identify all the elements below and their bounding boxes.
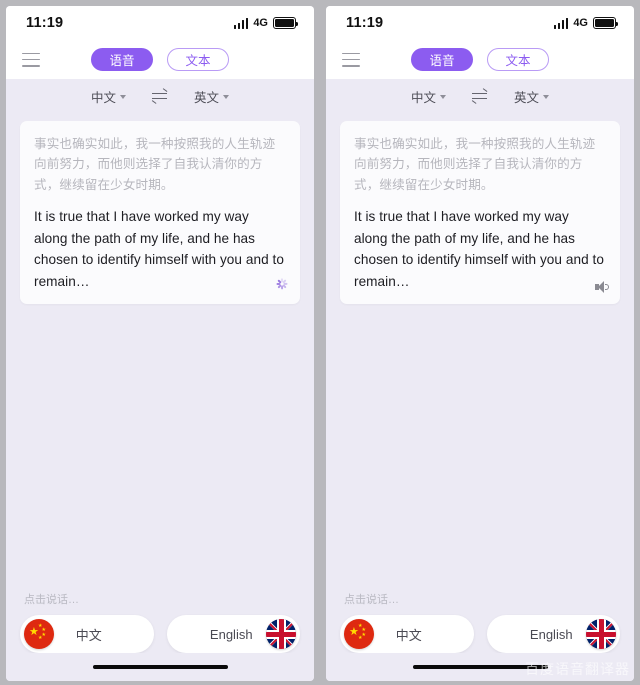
home-indicator-bar[interactable] bbox=[412, 665, 548, 669]
speak-hint-label: 点击说话… bbox=[24, 594, 79, 606]
language-selector-row: 中文 英文 bbox=[6, 79, 314, 113]
status-bar-indicators: 4G bbox=[553, 17, 619, 29]
mode-switch-group: 语音 文本 bbox=[91, 48, 229, 71]
source-language-dropdown[interactable]: 中文 bbox=[91, 87, 126, 106]
tab-text-mode[interactable]: 文本 bbox=[167, 48, 229, 71]
chevron-down-icon bbox=[543, 95, 550, 99]
bottom-controls: 点击说话… ★ ★ ★ ★ ★ 中文 English bbox=[6, 591, 314, 653]
dual-screenshot-stage: 11:19 4G 语音 文本 中文 英文 事实也确实如此，我一种按照我的人生轨迹… bbox=[0, 0, 640, 685]
target-language-label: 英文 bbox=[514, 90, 540, 105]
swap-arrows-icon[interactable] bbox=[152, 90, 168, 103]
bottom-controls: 点击说话… ★ ★ ★ ★ ★ 中文 English bbox=[326, 591, 634, 653]
target-language-label: 英文 bbox=[194, 90, 220, 105]
china-flag-icon: ★ ★ ★ ★ ★ bbox=[344, 619, 374, 649]
battery-full-icon bbox=[593, 17, 619, 29]
status-bar: 11:19 4G bbox=[6, 6, 314, 40]
mode-switch-group: 语音 文本 bbox=[411, 48, 549, 71]
conversation-area: 事实也确实如此，我一种按照我的人生轨迹向前努力，而他则选择了自我认清你的方式，继… bbox=[6, 113, 314, 591]
speak-hint-label: 点击说话… bbox=[344, 594, 399, 606]
speak-english-label: English bbox=[209, 626, 253, 642]
swap-arrows-icon[interactable] bbox=[472, 90, 488, 103]
watermark-text: 百度语音翻译器 bbox=[525, 661, 630, 677]
source-language-dropdown[interactable]: 中文 bbox=[411, 87, 446, 106]
source-language-label: 中文 bbox=[90, 90, 116, 105]
home-indicator-area bbox=[6, 653, 314, 681]
translated-text: It is true that I have worked my way alo… bbox=[34, 209, 284, 289]
signal-bars-icon bbox=[233, 17, 249, 29]
phone-screen-right: 11:19 4G 语音 文本 中文 英文 事实也确实如此，我一种按照我的人生轨迹… bbox=[326, 6, 634, 681]
language-selector-row: 中文 英文 bbox=[326, 79, 634, 113]
home-indicator-bar[interactable] bbox=[92, 665, 228, 669]
chevron-down-icon bbox=[223, 95, 230, 99]
chevron-down-icon bbox=[440, 95, 446, 99]
language-button-group: ★ ★ ★ ★ ★ 中文 English bbox=[340, 615, 620, 653]
source-text: 事实也确实如此，我一种按照我的人生轨迹向前努力，而他则选择了自我认清你的方式，继… bbox=[354, 137, 596, 192]
speaker-sound-icon[interactable] bbox=[595, 280, 610, 294]
signal-bars-icon bbox=[553, 17, 569, 29]
language-button-group: ★ ★ ★ ★ ★ 中文 English bbox=[20, 615, 300, 653]
hamburger-menu-icon[interactable] bbox=[22, 52, 40, 67]
speak-chinese-label: 中文 bbox=[75, 627, 102, 643]
status-bar-indicators: 4G bbox=[233, 17, 299, 29]
tab-voice-mode[interactable]: 语音 bbox=[91, 48, 153, 71]
network-type-label: 4G bbox=[253, 17, 268, 29]
status-bar: 11:19 4G bbox=[326, 6, 634, 40]
status-bar-clock: 11:19 bbox=[26, 15, 64, 31]
tab-text-mode[interactable]: 文本 bbox=[487, 48, 549, 71]
source-text: 事实也确实如此，我一种按照我的人生轨迹向前努力，而他则选择了自我认清你的方式，继… bbox=[34, 137, 276, 192]
loading-spinner-icon bbox=[274, 277, 289, 293]
chevron-down-icon bbox=[120, 95, 126, 99]
tab-voice-mode[interactable]: 语音 bbox=[411, 48, 473, 71]
translation-bubble[interactable]: 事实也确实如此，我一种按照我的人生轨迹向前努力，而他则选择了自我认清你的方式，继… bbox=[20, 121, 300, 305]
home-indicator-area: 百度语音翻译器 bbox=[326, 653, 634, 681]
speak-english-button[interactable]: English bbox=[486, 615, 620, 653]
uk-flag-icon bbox=[266, 619, 296, 649]
translation-bubble[interactable]: 事实也确实如此，我一种按照我的人生轨迹向前努力，而他则选择了自我认清你的方式，继… bbox=[340, 121, 620, 305]
speak-chinese-label: 中文 bbox=[395, 627, 422, 643]
translated-text: It is true that I have worked my way alo… bbox=[354, 209, 604, 289]
phone-screen-left: 11:19 4G 语音 文本 中文 英文 事实也确实如此，我一种按照我的人生轨迹… bbox=[6, 6, 314, 681]
top-bar: 语音 文本 bbox=[6, 40, 314, 79]
top-bar: 语音 文本 bbox=[326, 40, 634, 79]
speak-english-button[interactable]: English bbox=[166, 615, 300, 653]
battery-full-icon bbox=[273, 17, 299, 29]
network-type-label: 4G bbox=[573, 17, 588, 29]
hamburger-menu-icon[interactable] bbox=[342, 52, 360, 67]
source-language-label: 中文 bbox=[410, 90, 436, 105]
china-flag-icon: ★ ★ ★ ★ ★ bbox=[24, 619, 54, 649]
speak-chinese-button[interactable]: ★ ★ ★ ★ ★ 中文 bbox=[20, 615, 154, 653]
speak-chinese-button[interactable]: ★ ★ ★ ★ ★ 中文 bbox=[340, 615, 474, 653]
conversation-area: 事实也确实如此，我一种按照我的人生轨迹向前努力，而他则选择了自我认清你的方式，继… bbox=[326, 113, 634, 591]
speak-english-label: English bbox=[529, 626, 573, 642]
target-language-dropdown[interactable]: 英文 bbox=[514, 87, 550, 106]
uk-flag-icon bbox=[586, 619, 616, 649]
target-language-dropdown[interactable]: 英文 bbox=[194, 87, 230, 106]
status-bar-clock: 11:19 bbox=[346, 15, 384, 31]
